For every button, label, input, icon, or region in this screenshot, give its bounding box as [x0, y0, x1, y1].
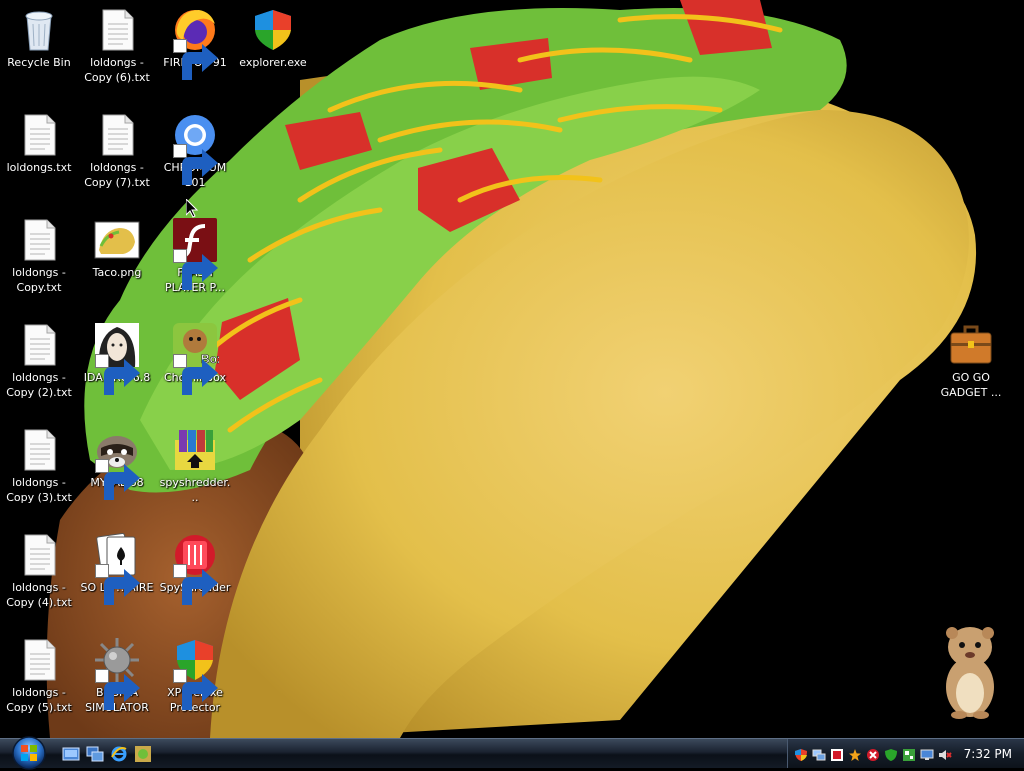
- text-file-icon: [15, 216, 63, 264]
- desktop-icon[interactable]: loldongs - Copy (6).txt: [78, 0, 156, 100]
- ida-pro-icon: [93, 321, 141, 395]
- desktop-icon[interactable]: loldongs - Copy (5).txt: [0, 630, 78, 730]
- desktop-icon[interactable]: Recycle Bin: [0, 0, 78, 100]
- shortcut-arrow-icon: [173, 39, 218, 80]
- stop-icon[interactable]: [866, 747, 880, 761]
- flash-player-icon: [171, 216, 219, 290]
- shortcut-arrow-icon: [173, 144, 218, 185]
- shortcut-arrow-icon: [95, 669, 140, 710]
- desktop-icon-label: loldongs - Copy (3).txt: [6, 476, 72, 504]
- desktop-icon[interactable]: FLASH PLAYER P...: [156, 210, 234, 310]
- desktop-icon[interactable]: BoxChomikBox: [156, 315, 234, 415]
- desktop-icon[interactable]: XP Deluxe Protector: [156, 630, 234, 730]
- desktop-icon[interactable]: loldongs - Copy (4).txt: [0, 525, 78, 625]
- show-desktop-icon[interactable]: [62, 745, 80, 763]
- system-tray: 7:32 PM: [786, 739, 1024, 768]
- spiked-mine-icon: [93, 636, 141, 710]
- shortcut-arrow-icon: [173, 249, 218, 290]
- text-file-icon: [93, 6, 141, 54]
- firefox-icon: [171, 6, 219, 80]
- desktop-icon-label: loldongs - Copy (4).txt: [6, 581, 72, 609]
- desktop-icon-label: loldongs - Copy (7).txt: [84, 161, 150, 189]
- shortcut-arrow-icon: [173, 669, 218, 710]
- solitaire-icon: [93, 531, 141, 605]
- desktop-icon[interactable]: loldongs.txt: [0, 105, 78, 205]
- desktop-icon-label: loldongs - Copy (5).txt: [6, 686, 72, 714]
- shortcut-arrow-icon: [173, 354, 218, 395]
- archive-installer-icon: [171, 426, 219, 474]
- text-file-icon: [15, 531, 63, 579]
- media-icon[interactable]: [134, 745, 152, 763]
- desktop-icon[interactable]: MYPAL 68: [78, 420, 156, 520]
- shield-icon: [171, 636, 219, 710]
- taskbar: 7:32 PM: [0, 735, 1024, 771]
- raccoon-icon: [93, 426, 141, 500]
- start-button[interactable]: [8, 735, 50, 771]
- desktop-icon[interactable]: FIREFOX 91: [156, 0, 234, 100]
- shortcut-arrow-icon: [95, 354, 140, 395]
- text-file-icon: [15, 636, 63, 684]
- quick-launch: [62, 745, 152, 763]
- mouse-cursor: [186, 199, 198, 218]
- desktop-icon-label: GO GO GADGET ...: [940, 371, 1002, 399]
- star-icon[interactable]: [848, 747, 862, 761]
- desktop-icon[interactable]: IDA PRO 6.8: [78, 315, 156, 415]
- desktop-icon[interactable]: loldongs - Copy (7).txt: [78, 105, 156, 205]
- chromium-icon: [171, 111, 219, 185]
- briefcase-icon: [947, 321, 995, 369]
- desktop-icon-label: Taco.png: [92, 266, 142, 279]
- shortcut-arrow-icon: [95, 459, 140, 500]
- desktop-icon[interactable]: SO LIT!! AIRE: [78, 525, 156, 625]
- switch-windows-icon[interactable]: [86, 745, 104, 763]
- desktop-icon[interactable]: BOSNIA SIMULATOR: [78, 630, 156, 730]
- green-shield-icon[interactable]: [884, 747, 898, 761]
- volume-muted-icon[interactable]: [938, 747, 952, 761]
- desktop[interactable]: Recycle Bin loldongs - Copy (6).txtFIREFO…: [0, 0, 1024, 738]
- desktop-icon[interactable]: Taco.png: [78, 210, 156, 310]
- desktop-icon-label: loldongs - Copy (2).txt: [6, 371, 72, 399]
- update-icon[interactable]: [902, 747, 916, 761]
- shield-icon: [249, 6, 297, 54]
- shortcut-arrow-icon: [95, 564, 140, 605]
- security-shield-icon[interactable]: [794, 747, 808, 761]
- internet-explorer-icon[interactable]: [110, 745, 128, 763]
- chomikbox-icon: Box: [171, 321, 219, 395]
- desktop-icon[interactable]: loldongs - Copy (3).txt: [0, 420, 78, 520]
- monitor-icon[interactable]: [920, 747, 934, 761]
- desktop-icon[interactable]: loldongs - Copy.txt: [0, 210, 78, 310]
- text-file-icon: [15, 426, 63, 474]
- text-file-icon: [93, 111, 141, 159]
- text-file-icon: [15, 111, 63, 159]
- antivirus-icon[interactable]: [830, 747, 844, 761]
- desktop-icon[interactable]: explorer.exe: [234, 0, 312, 100]
- clock[interactable]: 7:32 PM: [964, 747, 1012, 761]
- desktop-icon-label: spyshredder...: [159, 476, 231, 504]
- image-file-icon: [93, 216, 141, 264]
- hamster-gadget-icon[interactable]: [935, 615, 1005, 720]
- desktop-icon[interactable]: spyshredder...: [156, 420, 234, 520]
- desktop-icon-label: loldongs - Copy (6).txt: [84, 56, 150, 84]
- desktop-icon[interactable]: SpyShredder: [156, 525, 234, 625]
- desktop-icon-label: loldongs - Copy.txt: [12, 266, 66, 294]
- desktop-icon[interactable]: CHROMIUM 101: [156, 105, 234, 205]
- desktop-icon-label: loldongs.txt: [6, 161, 72, 174]
- network-icon[interactable]: [812, 747, 826, 761]
- text-file-icon: [15, 321, 63, 369]
- desktop-icon[interactable]: GO GO GADGET ...: [932, 315, 1010, 415]
- recycle-bin-icon: [15, 6, 63, 54]
- desktop-icon[interactable]: loldongs - Copy (2).txt: [0, 315, 78, 415]
- spyshredder-icon: [171, 531, 219, 605]
- shortcut-arrow-icon: [173, 564, 218, 605]
- desktop-icon-label: explorer.exe: [239, 56, 307, 69]
- desktop-icon-label: Recycle Bin: [7, 56, 71, 69]
